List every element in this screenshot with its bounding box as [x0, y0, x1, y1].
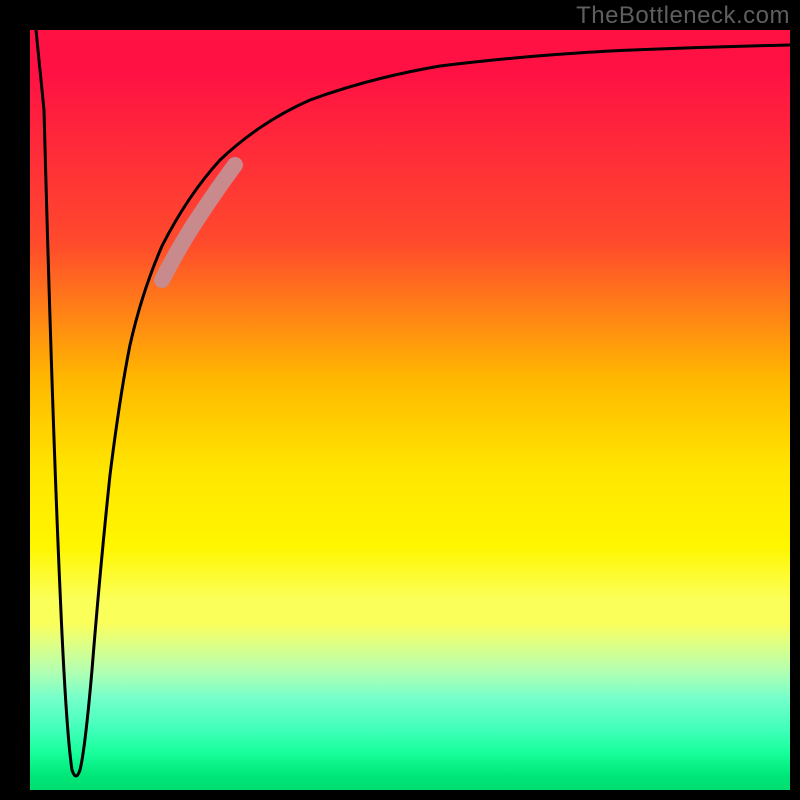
chart-frame: TheBottleneck.com: [0, 0, 800, 800]
bottleneck-curve: [36, 30, 790, 776]
watermark-text: TheBottleneck.com: [576, 2, 790, 30]
plot-area: [30, 30, 790, 790]
curve-layer: [30, 30, 790, 790]
highlight-segment: [162, 165, 235, 280]
